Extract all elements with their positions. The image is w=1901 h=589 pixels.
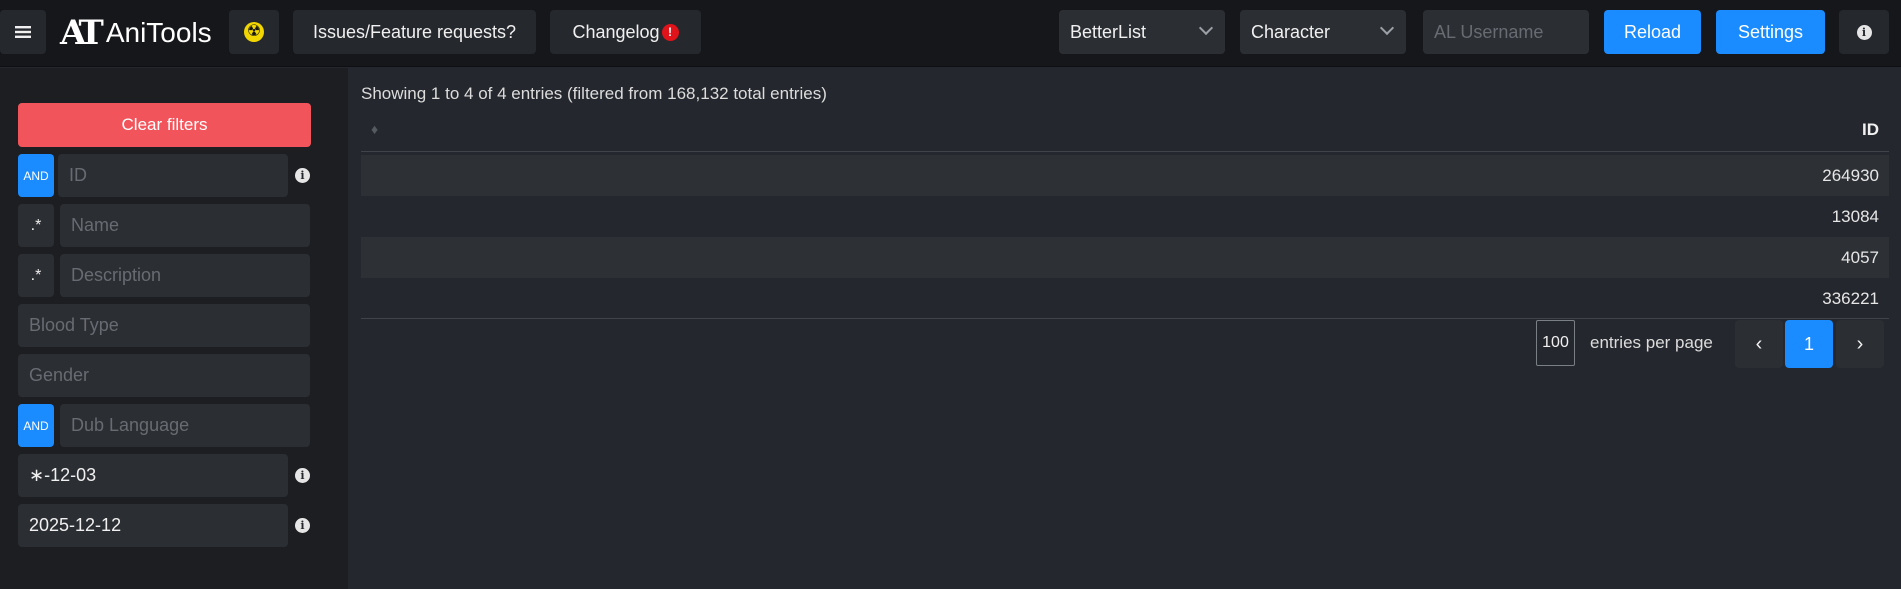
- regex-label: .*: [30, 216, 42, 234]
- reload-button[interactable]: Reload: [1604, 10, 1701, 54]
- per-page-value: 100: [1542, 334, 1569, 351]
- table-row[interactable]: 336221: [361, 278, 1889, 319]
- table-row[interactable]: 4057: [361, 237, 1889, 278]
- table-row[interactable]: 264930: [361, 155, 1889, 196]
- and-label: AND: [23, 418, 49, 433]
- date-info-icon[interactable]: i: [295, 518, 310, 533]
- issues-label: Issues/Feature requests?: [312, 21, 517, 42]
- id-info-icon[interactable]: i: [295, 168, 310, 183]
- name-filter-input[interactable]: [60, 204, 310, 247]
- app-name: AniTools: [105, 17, 212, 48]
- table-row[interactable]: 13084: [361, 196, 1889, 237]
- clear-filters-button[interactable]: Clear filters: [18, 103, 311, 147]
- reload-label: Reload: [1623, 21, 1682, 42]
- changelog-alert-badge: !: [661, 23, 679, 41]
- type-select[interactable]: Character: [1240, 10, 1406, 54]
- dub-language-and-toggle[interactable]: AND: [18, 404, 54, 447]
- table-header: ♦ ID: [361, 108, 1889, 152]
- birthday-filter-input[interactable]: [18, 454, 288, 497]
- settings-button[interactable]: Settings: [1716, 10, 1825, 54]
- hamburger-icon: [15, 26, 31, 38]
- page-1-button[interactable]: 1: [1785, 320, 1833, 368]
- radiation-icon: ☢: [244, 22, 264, 42]
- name-regex-toggle[interactable]: .*: [18, 204, 54, 247]
- gender-filter-input[interactable]: [18, 354, 310, 397]
- chevron-right-icon: ›: [1856, 332, 1864, 355]
- app-logo[interactable]: AT AniTools: [60, 13, 212, 53]
- birthday-info-icon[interactable]: i: [295, 468, 310, 483]
- issues-button[interactable]: Issues/Feature requests?: [293, 10, 536, 54]
- next-page-button[interactable]: ›: [1836, 320, 1884, 368]
- list-select-value: BetterList: [1070, 21, 1147, 42]
- entries-per-page-label: entries per page: [1590, 333, 1713, 352]
- id-and-toggle[interactable]: AND: [18, 154, 54, 197]
- table-bottom-divider: [361, 318, 1889, 319]
- chevron-left-icon: ‹: [1755, 332, 1763, 355]
- page-number: 1: [1803, 333, 1814, 354]
- list-select[interactable]: BetterList: [1059, 10, 1225, 54]
- hamburger-menu-button[interactable]: [0, 10, 46, 54]
- cell-id: 264930: [1822, 166, 1879, 185]
- chevron-down-icon: [1379, 20, 1395, 36]
- and-label: AND: [23, 168, 49, 183]
- entries-per-page-select[interactable]: 100: [1536, 320, 1575, 366]
- dub-language-filter-input[interactable]: [60, 404, 310, 447]
- column-header-id[interactable]: ID: [1862, 120, 1879, 140]
- nsfw-toggle-button[interactable]: ☢: [229, 10, 279, 54]
- regex-label: .*: [30, 266, 42, 284]
- chevron-down-icon: [1198, 20, 1214, 36]
- date-filter-input[interactable]: [18, 504, 288, 547]
- type-select-value: Character: [1251, 21, 1331, 42]
- cell-id: 4057: [1841, 248, 1879, 267]
- cell-id: 336221: [1822, 289, 1879, 308]
- filter-sidebar: Clear filters AND i .* .* AND i i: [0, 68, 348, 589]
- entries-summary: Showing 1 to 4 of 4 entries (filtered fr…: [361, 84, 827, 103]
- cell-id: 13084: [1831, 207, 1879, 226]
- sort-icon[interactable]: ♦: [371, 121, 378, 137]
- settings-label: Settings: [1737, 21, 1804, 42]
- changelog-button[interactable]: Changelog !: [550, 10, 701, 54]
- clear-filters-label: Clear filters: [121, 115, 208, 134]
- description-regex-toggle[interactable]: .*: [18, 254, 54, 297]
- username-input[interactable]: [1423, 10, 1589, 54]
- info-icon: i: [1856, 24, 1872, 40]
- info-button[interactable]: i: [1839, 10, 1889, 54]
- description-filter-input[interactable]: [60, 254, 310, 297]
- blood-type-filter-input[interactable]: [18, 304, 310, 347]
- logo-mark: AT: [60, 13, 104, 53]
- previous-page-button[interactable]: ‹: [1735, 320, 1783, 368]
- id-filter-input[interactable]: [58, 154, 288, 197]
- changelog-label: Changelog: [572, 21, 660, 42]
- top-navbar: AT AniTools ☢ Issues/Feature requests? C…: [0, 0, 1901, 67]
